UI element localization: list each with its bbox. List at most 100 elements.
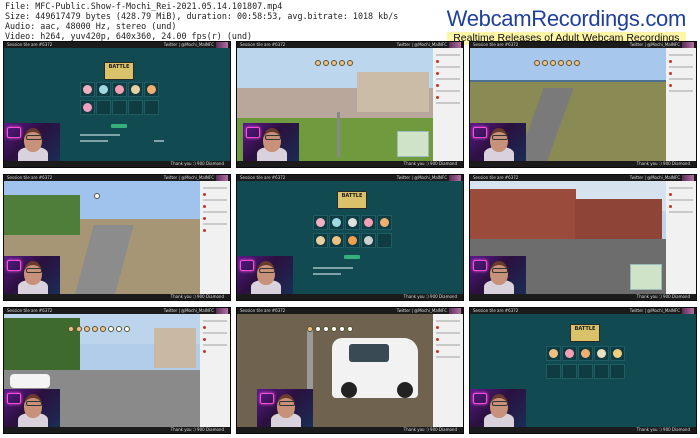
player-tile — [80, 100, 95, 115]
player-tile — [361, 215, 376, 230]
battle-logo-text: BATTLE — [108, 64, 130, 70]
tip-label: Thank you :) 900 Diamond — [636, 294, 690, 299]
player-tile — [546, 346, 561, 361]
tip-label: Thank you :) 900 Diamond — [403, 161, 457, 166]
thumbnail-4[interactable]: Session tile are #6372 Twitter | @Mochi_M… — [3, 174, 231, 301]
file-info: File: MFC-Public.Show-f-Mochi_Rei-2021.0… — [5, 1, 398, 41]
twitter-label: Twitter | @Mochi_MaINFC — [163, 42, 214, 47]
performer-head — [277, 394, 295, 418]
player-tile — [128, 100, 143, 115]
player-tile — [562, 346, 577, 361]
player-tile — [377, 215, 392, 230]
tip-label: Thank you :) 900 Diamond — [170, 161, 224, 166]
thumbnail-7[interactable]: Session tile are #6372 Twitter | @Mochi_M… — [3, 307, 231, 434]
player-tile — [313, 215, 328, 230]
twitter-label: Twitter | @Mochi_MaINFC — [629, 308, 680, 313]
stream-bottom-bar: Thank you :) 900 Diamond — [237, 161, 463, 167]
glasses — [259, 268, 275, 273]
performer-head — [490, 261, 508, 285]
thumbnail-1[interactable]: Session tile are #6372 Twitter | @Mochi_M… — [3, 41, 231, 168]
performer-head — [263, 128, 281, 152]
neon-sign — [473, 127, 487, 138]
neon-sign — [7, 127, 21, 138]
player-tile — [610, 346, 625, 361]
performer-head — [257, 261, 275, 285]
webcam-overlay — [4, 389, 60, 427]
session-label: Session tile are #6372 — [240, 175, 286, 180]
player-tile — [144, 100, 159, 115]
player-strip — [307, 317, 355, 332]
car-wheel — [397, 382, 413, 398]
stream-bottom-bar: Thank you :) 900 Diamond — [470, 294, 696, 300]
start-button[interactable] — [344, 255, 360, 259]
minimap[interactable] — [397, 131, 429, 157]
neon-sign — [7, 393, 21, 404]
pole — [337, 112, 340, 157]
stream-bottom-bar: Thank you :) 900 Diamond — [237, 427, 463, 433]
tip-label: Thank you :) 900 Diamond — [170, 294, 224, 299]
webcam-overlay — [470, 256, 526, 294]
player-tile — [594, 346, 609, 361]
performer-head — [24, 128, 42, 152]
glasses — [492, 135, 508, 140]
player-tile — [546, 364, 561, 379]
player-tile — [610, 364, 625, 379]
file-name: File: MFC-Public.Show-f-Mochi_Rei-2021.0… — [5, 1, 283, 11]
performer-head — [490, 394, 508, 418]
glasses — [26, 135, 42, 140]
session-label: Session tile are #6372 — [7, 42, 53, 47]
webcam-overlay — [470, 389, 526, 427]
video-info: Video: h264, yuv420p, 640x360, 24.00 fps… — [5, 31, 253, 42]
glasses — [26, 401, 42, 406]
thumbnail-grid: Session tile are #6372 Twitter | @Mochi_M… — [3, 41, 697, 435]
tip-label: Thank you :) 900 Diamond — [636, 161, 690, 166]
glasses — [492, 268, 508, 273]
performer-head — [490, 128, 508, 152]
minimap[interactable] — [630, 264, 662, 290]
player-tile — [345, 233, 360, 248]
player-tile — [329, 215, 344, 230]
stream-bottom-bar: Thank you :) 900 Diamond — [237, 294, 463, 300]
chat-panel — [666, 48, 696, 161]
thumbnail-8[interactable]: Session tile are #6372 Twitter | @Mochi_M… — [236, 307, 464, 434]
player-tile — [329, 233, 344, 248]
car-window — [349, 344, 389, 362]
chat-panel — [433, 48, 463, 161]
player-tile — [96, 100, 111, 115]
flower-decoration — [216, 42, 228, 48]
webcam-overlay — [470, 123, 526, 161]
neon-sign — [240, 260, 254, 271]
thumbnail-6[interactable]: Session tile are #6372 Twitter | @Mochi_M… — [469, 174, 697, 301]
stream-bottom-bar: Thank you :) 900 Diamond — [4, 161, 230, 167]
player-tile — [594, 364, 609, 379]
audio-info: Audio: aac, 48000 Hz, stereo (und) — [5, 21, 177, 32]
player-tile — [578, 364, 593, 379]
thumbnail-3[interactable]: Session tile are #6372 Twitter | @Mochi_M… — [469, 41, 697, 168]
flower-decoration — [682, 308, 694, 314]
player-tile — [562, 364, 577, 379]
thumbnail-9[interactable]: Session tile are #6372 Twitter | @Mochi_M… — [469, 307, 697, 434]
glasses — [279, 401, 295, 406]
player-tile — [128, 82, 143, 97]
flower-decoration — [449, 175, 461, 181]
webcam-overlay — [4, 256, 60, 294]
player-tile — [144, 82, 159, 97]
thumbnail-5[interactable]: Session tile are #6372 Twitter | @Mochi_M… — [236, 174, 464, 301]
stream-bottom-bar: Thank you :) 900 Diamond — [470, 161, 696, 167]
thumbnail-2[interactable]: Session tile are #6372 Twitter | @Mochi_M… — [236, 41, 464, 168]
settings-line — [313, 267, 353, 269]
battle-logo-text: BATTLE — [574, 326, 596, 332]
battle-logo: BATTLE — [104, 62, 134, 80]
performer-head — [24, 394, 42, 418]
player-tile — [96, 82, 111, 97]
player-strip — [534, 51, 582, 66]
player-tile — [377, 233, 392, 248]
tip-label: Thank you :) 900 Diamond — [403, 294, 457, 299]
player-tile — [578, 346, 593, 361]
player-strip — [315, 51, 355, 66]
start-button[interactable] — [111, 124, 127, 128]
player-strip — [68, 317, 132, 332]
player-tile — [313, 233, 328, 248]
tip-label: Thank you :) 900 Diamond — [403, 427, 457, 432]
settings-line — [313, 273, 341, 275]
